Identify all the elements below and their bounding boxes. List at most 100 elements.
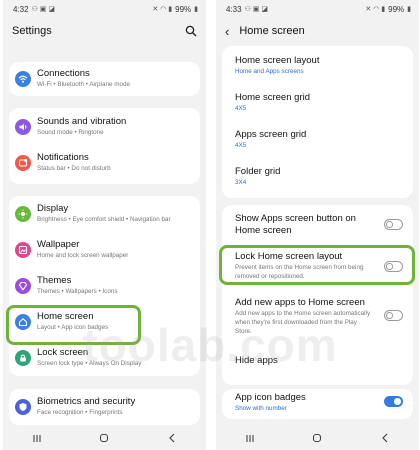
item-title: Biometrics and security [37,396,136,407]
badges-card: App icon badges Show with number [222,389,413,419]
item-title: Hide apps [235,355,278,366]
app-icon-badges-toggle[interactable] [384,396,403,407]
item-subtitle: Wi-Fi • Bluetooth • Airplane mode [37,81,130,88]
item-subtitle: Add new apps to the Home screen automati… [235,310,371,317]
item-title: Lock screen [37,347,89,358]
shield-icon [15,399,31,415]
home-screen-grid-item[interactable]: Home screen grid 4X5 [222,84,413,122]
header: Settings [3,19,206,43]
brightness-icon [15,206,31,222]
status-bar: 4:32 ⚇ ▣ ◪ ✕ ◠ ▮ 99% ▮ [3,0,206,18]
page-title: Home screen [239,25,305,37]
item-value: Show with number [235,405,287,412]
item-value: Home and Apps screens [235,68,304,75]
folder-grid-item[interactable]: Folder grid 3X4 [222,160,413,198]
navigation-bar [216,426,419,450]
add-new-apps-item[interactable]: Add new apps to Home screen Add new apps… [222,291,413,343]
wallpaper-icon [15,242,31,258]
settings-item-wallpaper[interactable]: Wallpaper Home and lock screen wallpaper [9,232,200,268]
themes-icon [15,278,31,294]
status-bar: 4:33 ⚇ ▣ ◪ ✕ ◠ ▮ 99% ▮ [216,0,419,18]
battery-icon: ▮ [407,6,411,13]
recent-apps-icon[interactable] [27,430,47,446]
apps-screen-grid-item[interactable]: Apps screen grid 4X5 [222,122,413,160]
settings-item-sounds[interactable]: Sounds and vibration Sound mode • Ringto… [9,108,200,146]
navigation-bar [3,426,206,450]
item-title: Show Apps screen button on [235,213,356,224]
app-icon-badges-item[interactable]: App icon badges Show with number [222,389,413,419]
status-battery: 99% [175,4,192,14]
settings-item-home-screen[interactable]: Home screen Layout • App icon badges [9,304,200,340]
show-apps-button-item[interactable]: Show Apps screen button on Home screen [222,205,413,243]
layout-grid-card: Home screen layout Home and Apps screens… [222,46,413,198]
add-new-apps-toggle[interactable] [384,310,403,321]
recent-apps-icon[interactable] [240,430,260,446]
settings-item-themes[interactable]: Themes Themes • Wallpapers • Icons [9,268,200,304]
notification-icons: ⚇ ▣ ◪ [31,6,55,13]
item-title: Wallpaper [37,239,80,250]
item-value: 4X5 [235,142,247,149]
item-subtitle: Sound mode • Ringtone [37,129,104,136]
item-subtitle: Face recognition • Fingerprints [37,409,123,416]
item-title: App icon badges [235,392,306,403]
item-title: Lock Home screen layout [235,251,343,262]
item-title: Home screen layout [235,55,320,66]
home-screen-settings-screen: 4:33 ⚇ ▣ ◪ ✕ ◠ ▮ 99% ▮ ‹ Home screen Hom… [216,0,419,450]
sounds-notifications-card: Sounds and vibration Sound mode • Ringto… [9,108,200,184]
settings-item-connections[interactable]: Connections Wi-Fi • Bluetooth • Airplane… [9,62,200,96]
back-arrow-icon[interactable]: ‹ [225,25,229,38]
item-title-line2: Home screen [235,225,292,236]
settings-item-notifications[interactable]: Notifications Status bar • Do not distur… [9,146,200,184]
header: ‹ Home screen [216,19,419,43]
home-button-icon[interactable] [307,430,327,446]
item-title: Home screen grid [235,92,310,103]
home-screen-layout-item[interactable]: Home screen layout Home and Apps screens [222,46,413,84]
status-time: 4:33 [226,4,242,14]
back-button-icon[interactable] [375,430,395,446]
biometrics-card: Biometrics and security Face recognition… [9,389,200,425]
item-title: Connections [37,68,90,79]
settings-item-display[interactable]: Display Brightness • Eye comfort shield … [9,196,200,232]
speaker-icon [15,119,31,135]
item-title: Folder grid [235,166,281,177]
display-group-card: Display Brightness • Eye comfort shield … [9,196,200,376]
options-card: Show Apps screen button on Home screen L… [222,205,413,385]
item-subtitle: Layout • App icon badges [37,324,109,331]
item-subtitle: Status bar • Do not disturb [37,165,111,172]
settings-screen: 4:32 ⚇ ▣ ◪ ✕ ◠ ▮ 99% ▮ Settings Connecti… [3,0,206,450]
page-title: Settings [12,25,52,37]
hide-apps-item[interactable]: Hide apps [222,345,413,381]
status-time: 4:32 [13,4,29,14]
back-button-icon[interactable] [162,430,182,446]
mute-wifi-signal-icons: ✕ ◠ ▮ [152,6,173,13]
item-title: Display [37,203,69,214]
lock-layout-toggle[interactable] [384,261,403,272]
item-title: Home screen [37,311,94,322]
home-button-icon[interactable] [94,430,114,446]
item-subtitle: Themes • Wallpapers • Icons [37,288,118,295]
battery-icon: ▮ [194,6,198,13]
home-icon [15,314,31,330]
lock-icon [15,350,31,366]
item-subtitle-line2: removed or repositioned. [235,273,305,280]
item-title: Apps screen grid [235,129,307,140]
show-apps-button-toggle[interactable] [384,219,403,230]
notification-icons: ⚇ ▣ ◪ [244,6,268,13]
settings-item-biometrics[interactable]: Biometrics and security Face recognition… [9,389,200,425]
item-value: 3X4 [235,179,247,186]
wifi-icon [15,71,31,87]
item-title: Add new apps to Home screen [235,297,365,308]
item-subtitle: Brightness • Eye comfort shield • Naviga… [37,216,171,223]
toggle-knob [386,312,393,319]
settings-item-lock-screen[interactable]: Lock screen Screen lock type • Always On… [9,340,200,376]
notification-icon [15,155,31,171]
toggle-knob [394,398,401,405]
item-subtitle: Home and lock screen wallpaper [37,252,129,259]
item-subtitle-line2: when they're first downloaded from the P… [235,319,357,326]
item-title: Themes [37,275,72,286]
search-icon[interactable] [185,25,197,37]
item-value: 4X5 [235,105,247,112]
item-subtitle: Prevent items on the Home screen from be… [235,264,364,271]
status-battery: 99% [388,4,405,14]
lock-layout-item[interactable]: Lock Home screen layout Prevent items on… [222,245,413,289]
